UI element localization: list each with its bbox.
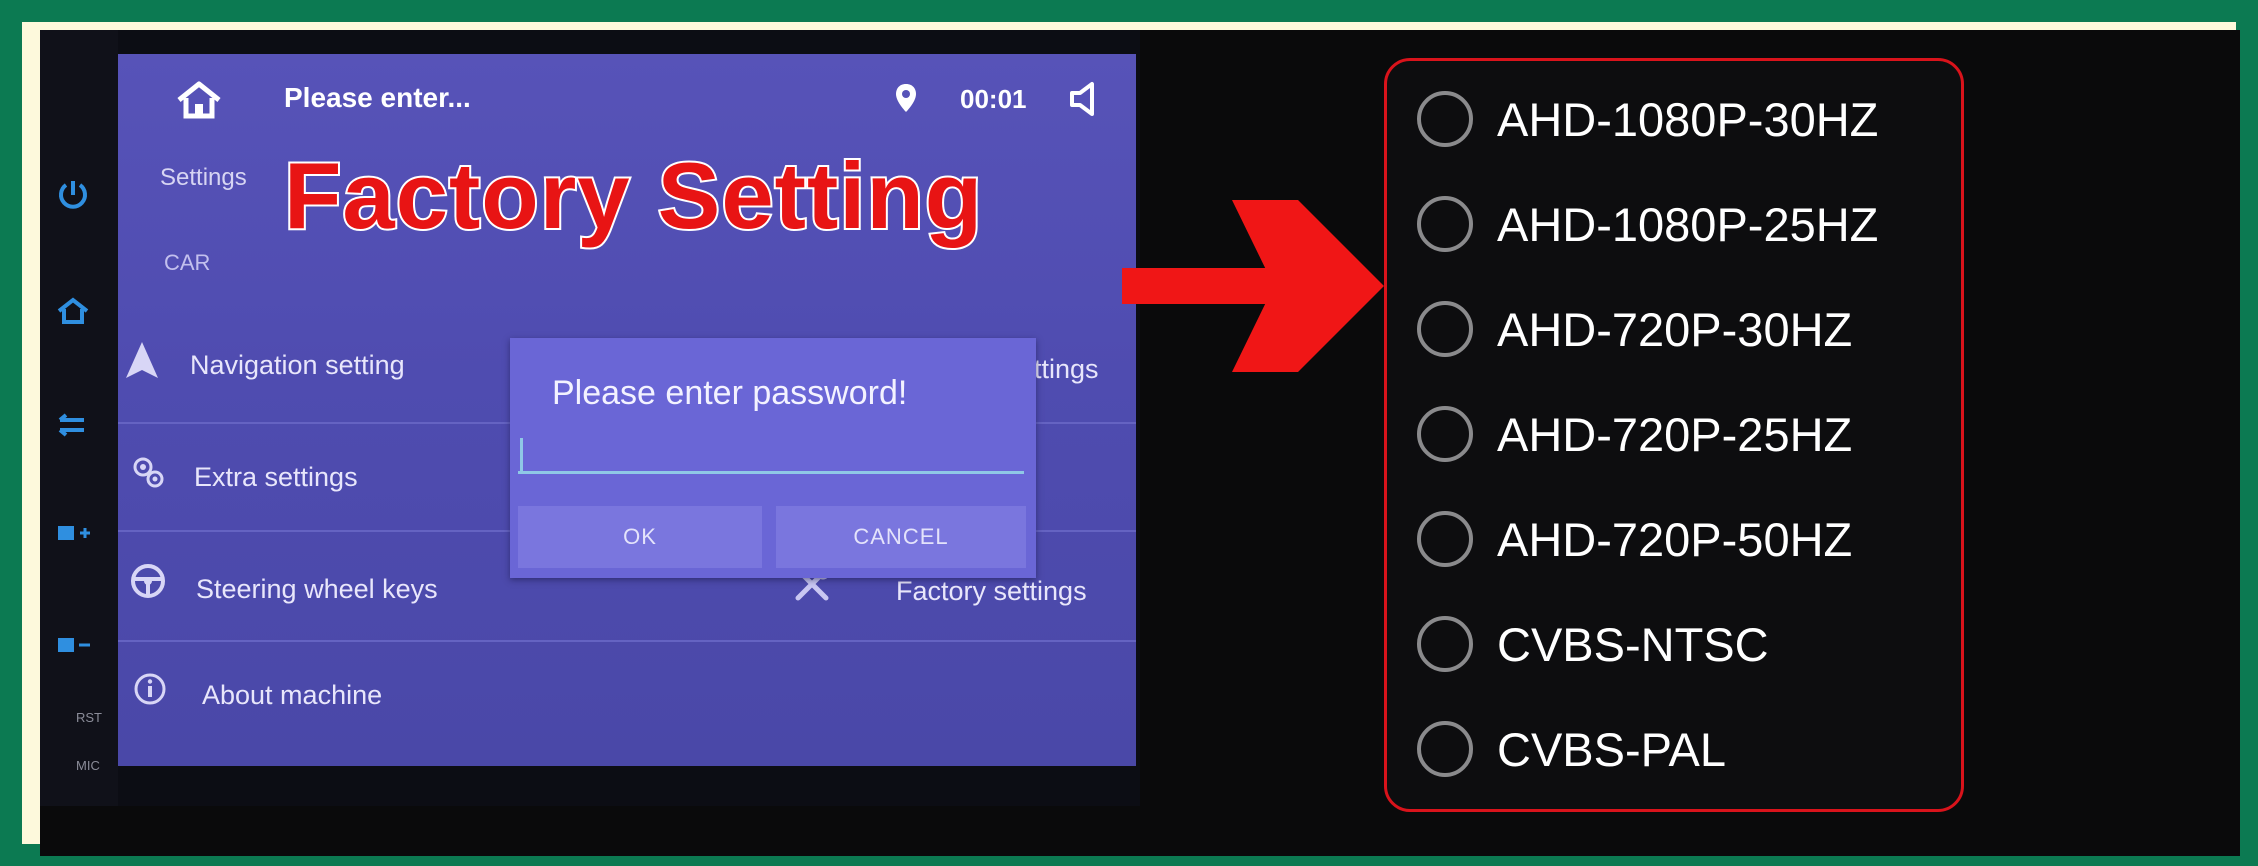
steering-wheel-icon [124,562,172,609]
back-key-icon[interactable] [54,406,92,444]
resolution-option[interactable]: CVBS-NTSC [1417,608,1937,678]
resolution-option[interactable]: AHD-1080P-25HZ [1417,188,1937,258]
ok-button[interactable]: OK [518,506,762,568]
mic-label: MIC [76,758,100,773]
menu-item-steering-wheel-keys[interactable]: Steering wheel keys [196,574,438,605]
volume-up-icon[interactable] [54,514,92,552]
text-caret [520,438,523,474]
gears-icon [124,452,172,501]
password-input[interactable] [518,430,1024,474]
resolution-option-label: AHD-1080P-25HZ [1497,198,1879,251]
status-bar: Please enter... 00:01 [118,54,1136,140]
radio-button[interactable] [1417,406,1473,462]
menu-item-extra-settings[interactable]: Extra settings [194,462,358,493]
side-keys-strip: RST MIC [40,30,118,806]
resolution-option-label: CVBS-NTSC [1497,618,1769,671]
volume-down-icon[interactable] [54,626,92,664]
radio-button[interactable] [1417,511,1473,567]
menu-item-factory-settings[interactable]: Factory settings [896,576,1087,607]
settings-label: Settings [160,164,247,191]
cancel-button[interactable]: CANCEL [776,506,1026,568]
resolution-options-panel: AHD-1080P-30HZ AHD-1080P-25HZ AHD-720P-30H… [1384,58,1964,812]
resolution-option[interactable]: CVBS-PAL [1417,713,1937,783]
radio-button[interactable] [1417,721,1473,777]
status-time: 00:01 [960,84,1027,114]
status-title: Please enter... [284,82,471,113]
navigation-arrow-icon [118,340,166,389]
radio-button[interactable] [1417,91,1473,147]
password-dialog: Please enter password! OK CANCEL [510,338,1036,578]
radio-button[interactable] [1417,301,1473,357]
factory-setting-title: Factory Setting [282,141,984,250]
radio-button[interactable] [1417,196,1473,252]
resolution-option[interactable]: AHD-720P-30HZ [1417,293,1937,363]
menu-item-other-settings[interactable]: ttings [1034,354,1099,385]
divider [118,640,1136,642]
car-section-label: CAR [164,250,211,275]
resolution-option-label: CVBS-PAL [1497,723,1726,776]
resolution-option[interactable]: AHD-720P-50HZ [1417,503,1937,573]
arrow-right-icon [1122,190,1388,380]
menu-item-navigation-settings[interactable]: Navigation setting [190,350,405,381]
resolution-option[interactable]: AHD-720P-25HZ [1417,398,1937,468]
resolution-option-label: AHD-720P-50HZ [1497,513,1853,566]
resolution-option-label: AHD-720P-30HZ [1497,303,1853,356]
dialog-title: Please enter password! [552,374,908,412]
radio-button[interactable] [1417,616,1473,672]
settings-screen: Please enter... 00:01 Settings CAR Navig… [118,54,1136,766]
power-icon[interactable] [54,176,92,214]
home-key-icon[interactable] [54,292,92,330]
home-icon[interactable] [174,80,224,120]
menu-item-about-machine[interactable]: About machine [202,680,382,711]
speaker-icon[interactable] [1068,80,1102,118]
rst-label: RST [76,710,102,725]
info-icon [126,672,174,715]
resolution-option-label: AHD-720P-25HZ [1497,408,1853,461]
location-pin-icon [894,82,918,114]
resolution-option-label: AHD-1080P-30HZ [1497,93,1879,146]
resolution-option[interactable]: AHD-1080P-30HZ [1417,83,1937,153]
